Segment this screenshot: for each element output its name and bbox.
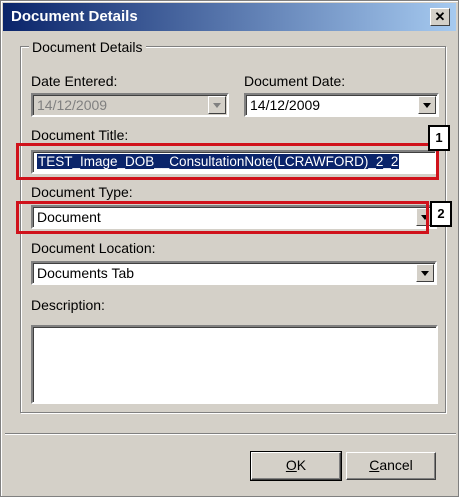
description-label: Description: (31, 297, 105, 313)
highlight-box-title (16, 143, 439, 180)
highlight-box-type (16, 201, 429, 234)
document-type-label: Document Type: (31, 184, 133, 200)
close-icon: ✕ (434, 9, 446, 24)
document-location-label: Document Location: (31, 240, 156, 256)
document-location-select[interactable]: Documents Tab (31, 261, 437, 285)
divider (5, 433, 456, 435)
close-button[interactable]: ✕ (430, 8, 450, 26)
document-date-field[interactable]: 14/12/2009 (244, 93, 439, 117)
callout-1: 1 (428, 125, 450, 151)
document-date-label: Document Date: (244, 73, 346, 89)
cancel-mnemonic: C (369, 457, 380, 473)
callout-2: 2 (430, 201, 452, 227)
date-entered-label: Date Entered: (31, 73, 118, 89)
document-date-value: 14/12/2009 (250, 97, 321, 113)
date-entered-dropdown-button (208, 96, 226, 114)
ok-mnemonic: O (285, 457, 297, 473)
window-title: Document Details (11, 8, 138, 25)
document-details-dialog: Document Details ✕ Document Details Date… (0, 0, 459, 497)
document-date-dropdown-button[interactable] (418, 96, 436, 114)
group-legend: Document Details (29, 39, 146, 55)
document-title-label: Document Title: (31, 127, 129, 143)
cancel-label-rest: ancel (379, 457, 413, 473)
cancel-button[interactable]: Cancel (346, 452, 436, 480)
date-entered-value: 14/12/2009 (37, 97, 108, 113)
date-entered-field: 14/12/2009 (31, 93, 229, 117)
ok-button[interactable]: OK (250, 451, 342, 481)
document-location-dropdown-button[interactable] (416, 264, 434, 282)
title-bar[interactable]: Document Details ✕ (3, 3, 456, 31)
ok-label-rest: K (296, 457, 307, 473)
description-textarea[interactable] (31, 325, 438, 404)
document-location-value: Documents Tab (37, 265, 135, 281)
